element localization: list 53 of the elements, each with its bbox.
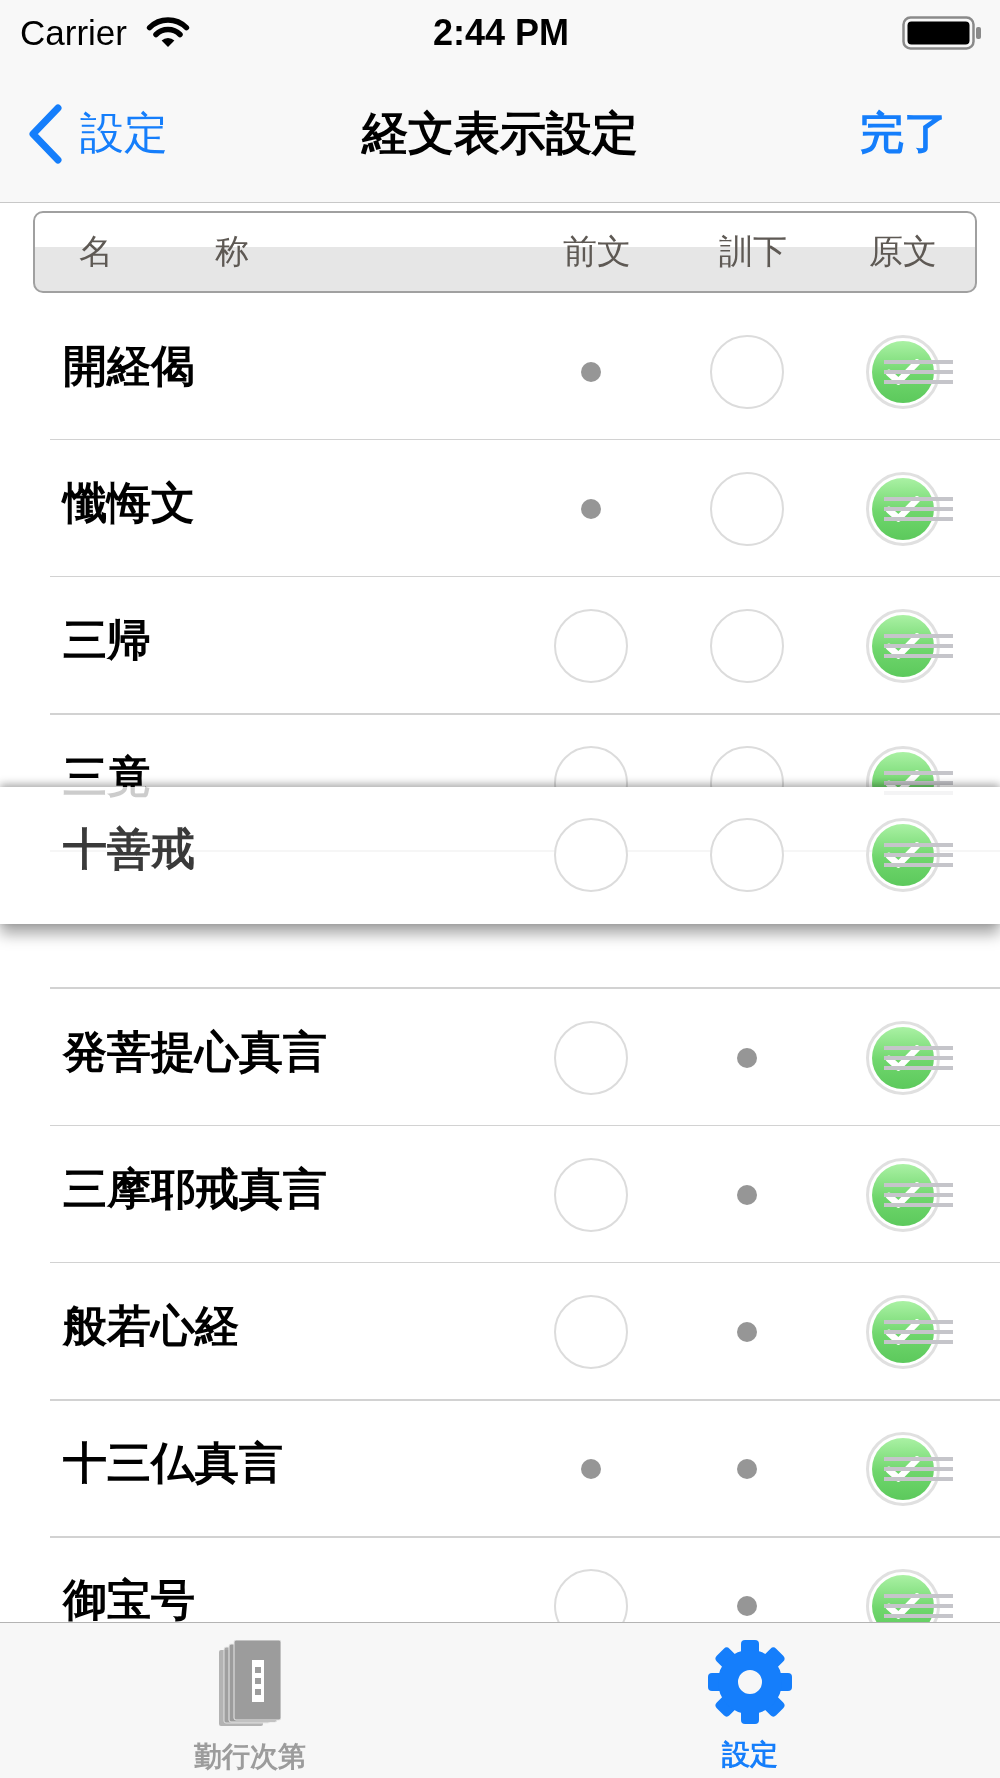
row-title: 開経偈: [63, 343, 195, 388]
checkmark-icon: [885, 1180, 921, 1209]
checkmark-icon: [885, 1592, 921, 1621]
checkmark-icon: [885, 494, 921, 523]
row-title: 三帰: [63, 617, 151, 662]
dot-icon: [737, 1596, 757, 1617]
carrier-name: Carrier: [20, 12, 127, 53]
checkmark-icon: [885, 1317, 921, 1346]
settings-gear-icon: [708, 1640, 792, 1724]
reorder-handle-icon[interactable]: [884, 1319, 953, 1344]
book-icon: [219, 1640, 281, 1726]
dot-icon: [737, 1321, 757, 1342]
checkmark-icon: [885, 631, 921, 660]
checkmark-icon: [885, 841, 921, 870]
reorder-handle-icon[interactable]: [884, 1045, 953, 1070]
row-title: 十三仏真言: [63, 1441, 283, 1486]
row-title: 発菩提心真言: [63, 1029, 327, 1074]
checkbox[interactable]: [554, 1569, 628, 1622]
tab-item[interactable]: 設定: [500, 1623, 1000, 1778]
reorder-handle-icon[interactable]: [884, 633, 953, 658]
row-title: 十善戒: [63, 827, 195, 872]
dot-icon: [581, 361, 601, 382]
checkmark-icon: [885, 1455, 921, 1484]
dot-icon: [737, 1047, 757, 1068]
clock-time: 2:44 PM: [432, 11, 570, 54]
reorder-handle-icon[interactable]: [884, 1594, 953, 1619]
dot-icon: [581, 498, 601, 519]
battery-icon: [902, 15, 982, 50]
column-header: 名 称: [79, 231, 249, 272]
row-title: 御宝号: [63, 1578, 195, 1622]
row-title: 般若心経: [63, 1303, 239, 1348]
checkmark-icon: [885, 769, 921, 787]
dot-icon: [581, 1459, 601, 1480]
column-header: 原文: [869, 231, 937, 272]
wifi-icon: [144, 16, 191, 49]
tab-item[interactable]: 勤行次第: [0, 1623, 500, 1778]
screen-title: 経文表示設定: [362, 105, 638, 161]
reorder-handle-icon[interactable]: [884, 843, 953, 868]
checkmark-icon: [885, 357, 921, 386]
done-button[interactable]: 完了: [860, 104, 948, 163]
reorder-handle-icon[interactable]: [884, 1457, 953, 1482]
chevron-left-icon: [26, 102, 64, 165]
column-header: 訓下: [719, 231, 787, 272]
reorder-handle-icon[interactable]: [884, 1182, 953, 1207]
dot-icon: [737, 1459, 757, 1480]
column-header: 前文: [563, 231, 631, 272]
back-button[interactable]: 設定: [26, 102, 168, 165]
checkmark-icon: [885, 1043, 921, 1072]
reorder-handle-icon[interactable]: [884, 359, 953, 384]
row-title: 三摩耶戒真言: [63, 1166, 327, 1211]
reorder-handle-icon[interactable]: [884, 496, 953, 521]
row-title: 懺悔文: [63, 480, 195, 525]
dot-icon: [737, 1184, 757, 1205]
